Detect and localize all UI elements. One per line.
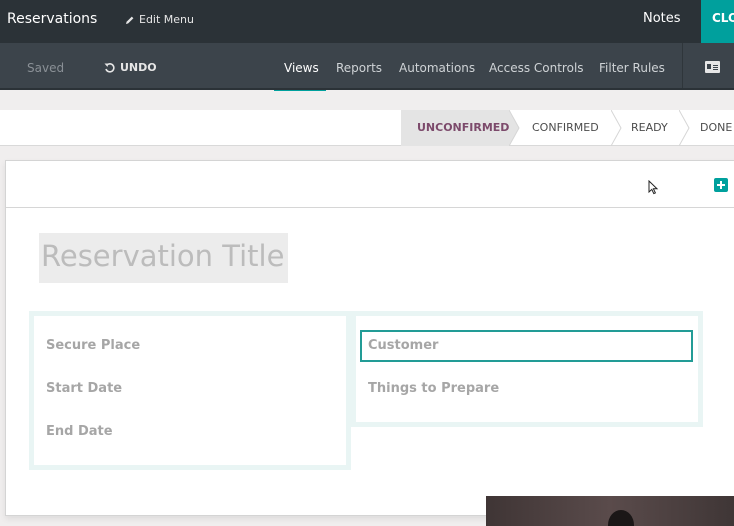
stage-label: READY (631, 121, 668, 134)
field-customer[interactable]: Customer (368, 338, 438, 353)
undo-label: UNDO (120, 61, 157, 74)
field-end-date[interactable]: End Date (46, 424, 113, 439)
undo-icon (104, 62, 115, 73)
field-start-date[interactable]: Start Date (46, 381, 122, 396)
plus-square-icon[interactable] (714, 178, 728, 192)
stage-done[interactable]: DONE (700, 110, 734, 146)
edit-menu-button[interactable]: Edit Menu (125, 13, 194, 26)
title-placeholder: Reservation Title (41, 239, 285, 273)
tab-access-controls[interactable]: Access Controls (489, 61, 584, 75)
stage-unconfirmed[interactable]: UNCONFIRMED (401, 110, 509, 146)
close-button[interactable]: CLO (701, 0, 734, 43)
stage-separator (611, 110, 622, 146)
studio-toolbar: Saved UNDO Views Reports Automations Acc… (0, 43, 734, 91)
id-card-icon[interactable] (705, 61, 720, 73)
tab-views[interactable]: Views (284, 61, 319, 75)
edit-menu-label: Edit Menu (139, 13, 194, 26)
pencil-icon (126, 16, 134, 24)
stage-separator (679, 110, 690, 146)
stage-label: CONFIRMED (532, 121, 599, 134)
webcam-overlay (486, 496, 734, 526)
toolbar-divider (682, 43, 683, 88)
notes-menu[interactable]: Notes (643, 11, 681, 26)
field-things-to-prepare[interactable]: Things to Prepare (368, 381, 499, 396)
mouse-cursor-icon (648, 180, 659, 195)
stage-ready[interactable]: READY (631, 110, 686, 146)
toolbar-bottom-border (0, 88, 734, 90)
sheet-header-divider (6, 207, 734, 208)
stage-separator (509, 110, 520, 146)
stage-label: UNCONFIRMED (417, 121, 510, 134)
stage-label: DONE (700, 121, 733, 134)
tab-automations[interactable]: Automations (399, 61, 475, 75)
app-title[interactable]: Reservations (7, 11, 97, 27)
right-field-group[interactable]: Customer Things to Prepare (351, 311, 703, 427)
reservation-title-field[interactable]: Reservation Title (39, 233, 288, 283)
status-bar: UNCONFIRMED CONFIRMED READY DONE (0, 110, 734, 146)
top-navbar: Reservations Edit Menu Notes CLO (0, 0, 734, 43)
tab-reports[interactable]: Reports (336, 61, 382, 75)
stage-confirmed[interactable]: CONFIRMED (532, 110, 612, 146)
left-field-group[interactable]: Secure Place Start Date End Date (29, 311, 351, 470)
field-secure-place[interactable]: Secure Place (46, 338, 140, 353)
close-label: CLO (712, 11, 734, 25)
tab-filter-rules[interactable]: Filter Rules (599, 61, 665, 75)
form-sheet: Reservation Title Secure Place Start Dat… (5, 160, 734, 516)
undo-button[interactable]: UNDO (104, 61, 157, 74)
saved-status: Saved (27, 61, 65, 75)
